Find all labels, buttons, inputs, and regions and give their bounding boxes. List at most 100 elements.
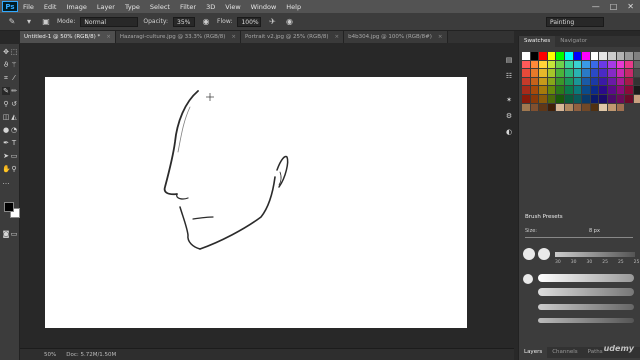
color-swatch[interactable] — [599, 52, 607, 60]
brush-stroke-preview[interactable] — [538, 304, 634, 310]
color-swatch[interactable] — [582, 60, 590, 69]
color-swatch[interactable] — [599, 103, 607, 112]
brush-preset-selected[interactable] — [523, 274, 533, 284]
menu-select[interactable]: Select — [145, 3, 175, 11]
color-swatch[interactable] — [633, 94, 640, 103]
brush-stroke-preview[interactable] — [538, 318, 634, 323]
color-swatch[interactable] — [616, 86, 625, 94]
color-swatch[interactable] — [607, 60, 616, 69]
color-swatch[interactable] — [547, 103, 556, 112]
brush-preset-round[interactable] — [538, 248, 550, 260]
menu-file[interactable]: File — [18, 3, 39, 11]
color-swatch[interactable] — [573, 69, 582, 77]
brush-size-slider[interactable] — [525, 237, 633, 238]
color-swatch[interactable] — [564, 69, 573, 77]
lasso-tool-icon[interactable]: ϑ — [2, 61, 10, 69]
color-swatch[interactable] — [539, 86, 547, 94]
color-swatch[interactable] — [539, 103, 547, 112]
size-pressure-icon[interactable]: ◉ — [283, 16, 295, 28]
color-swatch[interactable] — [573, 94, 582, 103]
color-swatch[interactable] — [625, 52, 633, 60]
minimize-button[interactable]: — — [592, 2, 600, 11]
color-swatch[interactable] — [599, 60, 607, 69]
color-swatch[interactable] — [625, 77, 633, 86]
screen-mode-icon[interactable]: ▭ — [10, 230, 18, 238]
color-swatch[interactable] — [607, 52, 616, 60]
color-swatch[interactable] — [539, 52, 547, 60]
color-swatch[interactable] — [582, 103, 590, 112]
workspace-select[interactable]: Painting — [546, 17, 604, 27]
color-swatch[interactable] — [616, 60, 625, 69]
menu-filter[interactable]: Filter — [175, 3, 201, 11]
foreground-color-swatch[interactable] — [4, 202, 14, 212]
menu-type[interactable]: Type — [120, 3, 145, 11]
quick-mask-icon[interactable]: ◙ — [2, 230, 10, 238]
color-swatch[interactable] — [530, 52, 539, 60]
color-swatch[interactable] — [556, 69, 564, 77]
color-swatch[interactable] — [607, 77, 616, 86]
color-swatch[interactable] — [607, 94, 616, 103]
document-canvas[interactable] — [45, 77, 467, 328]
magic-wand-icon[interactable]: ⚚ — [10, 61, 18, 69]
color-swatch[interactable] — [633, 52, 640, 60]
color-swatch[interactable] — [564, 94, 573, 103]
menu-view[interactable]: View — [220, 3, 245, 11]
color-swatch[interactable] — [530, 60, 539, 69]
opacity-pressure-icon[interactable]: ◉ — [200, 16, 212, 28]
shape-tool-icon[interactable]: ▭ — [10, 152, 18, 160]
brush-preset-picker[interactable]: ▾ — [23, 16, 35, 28]
marquee-tool-icon[interactable]: ⬚ — [10, 48, 18, 56]
menu-layer[interactable]: Layer — [92, 3, 120, 11]
color-swatch[interactable] — [539, 94, 547, 103]
color-swatch[interactable] — [582, 94, 590, 103]
color-swatch[interactable] — [530, 77, 539, 86]
color-swatch[interactable] — [539, 60, 547, 69]
tab-navigator[interactable]: Navigator — [555, 36, 592, 47]
color-swatch[interactable] — [599, 77, 607, 86]
color-swatch[interactable] — [564, 86, 573, 94]
opacity-field[interactable]: 35% — [173, 16, 196, 27]
color-swatch[interactable] — [607, 69, 616, 77]
more-tools-icon[interactable]: … — [2, 178, 10, 186]
color-swatch[interactable] — [599, 69, 607, 77]
eyedropper-icon[interactable]: ⁄ — [10, 74, 18, 82]
color-swatch[interactable] — [573, 60, 582, 69]
blur-tool-icon[interactable]: ● — [2, 126, 10, 134]
brush-tool-icon[interactable]: ✎ — [2, 87, 10, 95]
color-swatch[interactable] — [633, 60, 640, 69]
color-swatch[interactable] — [547, 86, 556, 94]
color-swatch[interactable] — [564, 60, 573, 69]
color-swatch[interactable] — [573, 103, 582, 112]
color-swatch[interactable] — [590, 69, 599, 77]
color-swatch[interactable] — [556, 52, 564, 60]
close-icon[interactable]: × — [231, 31, 236, 43]
tab-swatches[interactable]: Swatches — [519, 36, 556, 47]
color-swatch[interactable] — [590, 86, 599, 94]
color-swatch[interactable] — [582, 52, 590, 60]
color-swatch[interactable] — [590, 77, 599, 86]
tab-hazaragi-culture[interactable]: Hazaragi-culture.jpg @ 33.3% (RGB/8) × — [115, 31, 242, 43]
color-swatch[interactable] — [573, 86, 582, 94]
clone-source-icon[interactable]: ⚙ — [505, 112, 513, 120]
zoom-tool-icon[interactable]: ⚲ — [10, 165, 18, 173]
color-swatch[interactable] — [539, 77, 547, 86]
move-tool-icon[interactable]: ✥ — [2, 48, 10, 56]
color-swatch[interactable] — [616, 103, 625, 112]
dodge-tool-icon[interactable]: ◔ — [10, 126, 18, 134]
brush-tool-icon[interactable]: ✎ — [6, 16, 18, 28]
color-swatch[interactable] — [625, 69, 633, 77]
pen-tool-icon[interactable]: ✒ — [2, 139, 10, 147]
close-icon[interactable]: × — [438, 31, 443, 43]
color-swatch[interactable] — [590, 60, 599, 69]
color-swatch[interactable] — [522, 60, 530, 69]
tab-layers[interactable]: Layers — [519, 347, 548, 358]
brush-stroke-preview[interactable] — [538, 288, 634, 296]
flow-field[interactable]: 100% — [237, 16, 262, 27]
history-panel-icon[interactable]: ▤ — [505, 56, 513, 64]
color-swatch[interactable] — [590, 52, 599, 60]
color-swatch[interactable] — [530, 94, 539, 103]
menu-3d[interactable]: 3D — [201, 3, 220, 11]
history-brush-icon[interactable]: ↺ — [10, 100, 18, 108]
properties-panel-icon[interactable]: ☷ — [505, 72, 513, 80]
color-swatch[interactable] — [539, 69, 547, 77]
